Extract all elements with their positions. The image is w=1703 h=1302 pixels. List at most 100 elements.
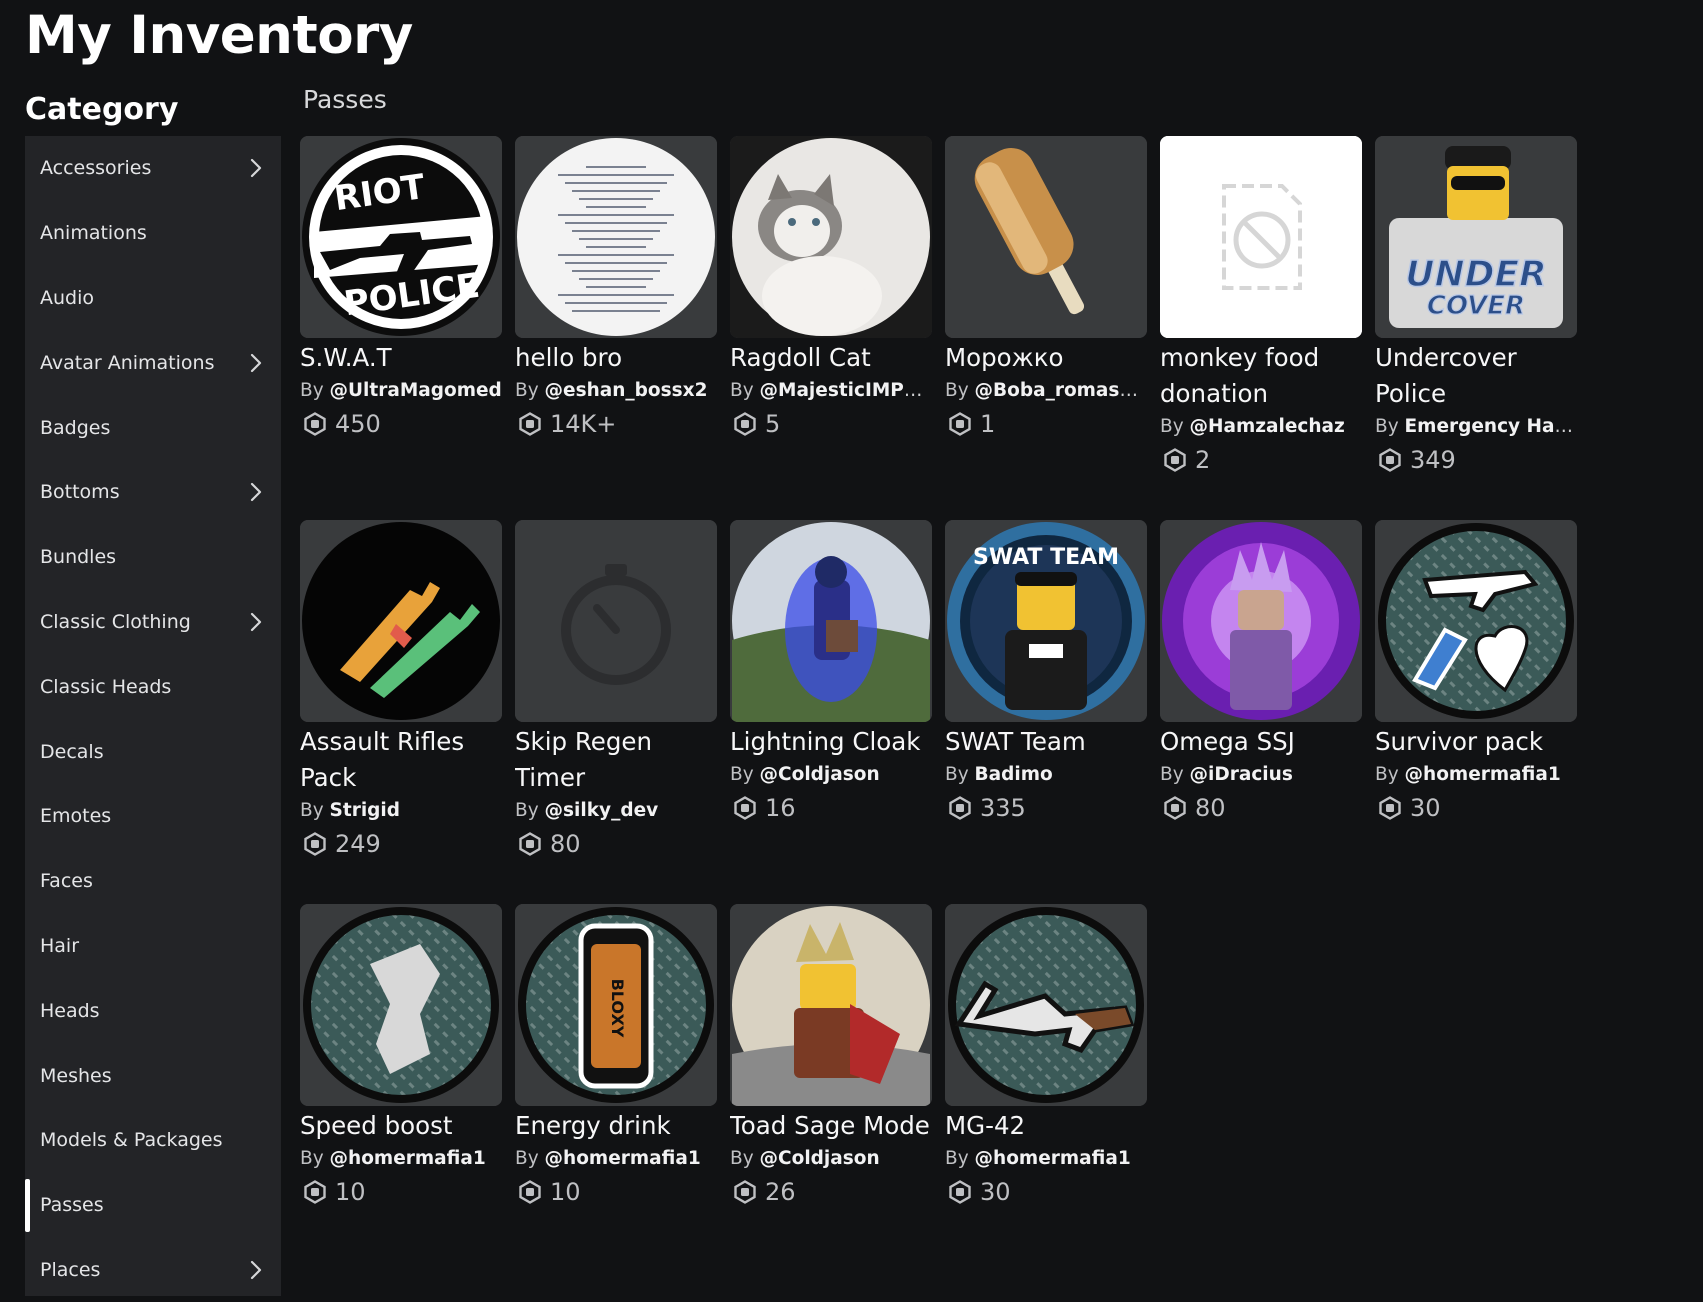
survivor-pack-icon[interactable] bbox=[1375, 520, 1577, 722]
sidebar-item-bottoms[interactable]: Bottoms bbox=[25, 460, 281, 525]
sidebar-item-decals[interactable]: Decals bbox=[25, 719, 281, 784]
item-price: 450 bbox=[300, 408, 502, 440]
creator-link[interactable]: @Coldjason bbox=[760, 1148, 880, 1169]
sidebar-item-passes[interactable]: Passes bbox=[25, 1173, 281, 1238]
item-card[interactable]: monkey food donation By @Hamzalechaz 2 bbox=[1160, 136, 1362, 476]
item-creator: By @iDracius bbox=[1160, 760, 1362, 790]
machine-gun-icon[interactable] bbox=[945, 904, 1147, 1106]
sidebar-item-faces[interactable]: Faces bbox=[25, 849, 281, 914]
sidebar-item-classic-clothing[interactable]: Classic Clothing bbox=[25, 590, 281, 655]
creator-link[interactable]: @UltraMagomed bbox=[330, 380, 502, 401]
item-card[interactable]: Survivor pack By @homermafia1 30 bbox=[1375, 520, 1577, 824]
item-name[interactable]: Energy drink bbox=[515, 1108, 717, 1144]
item-creator: By @homermafia1 bbox=[1375, 760, 1577, 790]
item-card[interactable]: Speed boost By @homermafia1 10 bbox=[300, 904, 502, 1208]
sidebar-item-bundles[interactable]: Bundles bbox=[25, 525, 281, 590]
item-name[interactable]: S.W.A.T bbox=[300, 340, 502, 376]
speed-boost-icon[interactable] bbox=[300, 904, 502, 1106]
item-name[interactable]: Ragdoll Cat bbox=[730, 340, 932, 376]
item-card[interactable]: Assault Rifles Pack By Strigid 249 bbox=[300, 520, 502, 860]
creator-link[interactable]: Strigid bbox=[330, 800, 400, 821]
swat-team-icon[interactable]: SWAT TEAM bbox=[945, 520, 1147, 722]
stopwatch-icon[interactable] bbox=[515, 520, 717, 722]
creator-prefix: By bbox=[945, 380, 969, 401]
item-card[interactable]: Skip Regen Timer By @silky_dev 80 bbox=[515, 520, 717, 860]
sidebar-item-places[interactable]: Places bbox=[25, 1238, 281, 1302]
sidebar-item-heads[interactable]: Heads bbox=[25, 978, 281, 1043]
item-card[interactable]: hello bro By @eshan_bossx2 14K+ bbox=[515, 136, 717, 440]
item-name[interactable]: Toad Sage Mode bbox=[730, 1108, 932, 1144]
item-name[interactable]: Omega SSJ bbox=[1160, 724, 1362, 760]
price-value: 450 bbox=[335, 410, 381, 438]
creator-prefix: By bbox=[300, 380, 324, 401]
item-card[interactable]: Omega SSJ By @iDracius 80 bbox=[1160, 520, 1362, 824]
cat-icon[interactable] bbox=[730, 136, 932, 338]
item-card[interactable]: UNDER COVER Undercover Police By Emergency … bbox=[1375, 136, 1577, 476]
omega-avatar-icon[interactable] bbox=[1160, 520, 1362, 722]
rifles-icon[interactable] bbox=[300, 520, 502, 722]
creator-link[interactable]: @Coldjason bbox=[760, 764, 880, 785]
undercover-icon[interactable]: UNDER COVER bbox=[1375, 136, 1577, 338]
creator-prefix: By bbox=[730, 764, 754, 785]
document-icon[interactable] bbox=[515, 136, 717, 338]
item-card[interactable]: Морожко By @Boba_romashka 1 bbox=[945, 136, 1147, 440]
toad-sage-avatar-icon[interactable] bbox=[730, 904, 932, 1106]
sidebar-item-label: Hair bbox=[40, 934, 80, 957]
sidebar-item-animations[interactable]: Animations bbox=[25, 201, 281, 266]
sidebar-item-badges[interactable]: Badges bbox=[25, 395, 281, 460]
item-price: 14K+ bbox=[515, 408, 717, 440]
creator-link[interactable]: @homermafia1 bbox=[330, 1148, 486, 1169]
creator-link[interactable]: @Boba_romashka bbox=[975, 380, 1147, 401]
sidebar-item-label: Classic Clothing bbox=[40, 610, 191, 633]
item-name[interactable]: SWAT Team bbox=[945, 724, 1147, 760]
item-name[interactable]: monkey food donation bbox=[1160, 340, 1362, 412]
item-card[interactable]: BLOXY Energy drink By @homermafia1 10 bbox=[515, 904, 717, 1208]
creator-link[interactable]: @Hamzalechaz bbox=[1190, 416, 1345, 437]
unavailable-image-icon[interactable] bbox=[1160, 136, 1362, 338]
riot-police-icon[interactable]: RIOT POLICE bbox=[300, 136, 502, 338]
creator-link[interactable]: Emergency Ham... bbox=[1405, 416, 1577, 437]
item-card[interactable]: SWAT TEAM SWAT Team By Badimo 335 bbox=[945, 520, 1147, 824]
item-name[interactable]: Survivor pack bbox=[1375, 724, 1577, 760]
creator-link[interactable]: @iDracius bbox=[1190, 764, 1293, 785]
price-value: 249 bbox=[335, 830, 381, 858]
creator-link[interactable]: Badimo bbox=[975, 764, 1053, 785]
item-name[interactable]: Skip Regen Timer bbox=[515, 724, 717, 796]
sidebar-item-accessories[interactable]: Accessories bbox=[25, 136, 281, 201]
item-card[interactable]: Toad Sage Mode By @Coldjason 26 bbox=[730, 904, 932, 1208]
creator-link[interactable]: @homermafia1 bbox=[1405, 764, 1561, 785]
item-card[interactable]: Ragdoll CatBy @MajesticIMPRO...5 bbox=[730, 136, 932, 440]
sidebar-item-label: Places bbox=[40, 1258, 101, 1281]
item-name[interactable]: Морожко bbox=[945, 340, 1147, 376]
item-card[interactable]: Lightning Cloak By @Coldjason 16 bbox=[730, 520, 932, 824]
item-card[interactable]: RIOT POLICE S.W.A.T By @UltraMagomed 450 bbox=[300, 136, 502, 440]
popsicle-icon[interactable] bbox=[945, 136, 1147, 338]
sidebar-item-hair[interactable]: Hair bbox=[25, 914, 281, 979]
sidebar-item-avatar-animations[interactable]: Avatar Animations bbox=[25, 330, 281, 395]
category-sidebar: Accessories Animations Audio Avatar Animati… bbox=[25, 136, 281, 1296]
price-value: 14K+ bbox=[550, 410, 617, 438]
item-name[interactable]: Lightning Cloak bbox=[730, 724, 932, 760]
lightning-avatar-icon[interactable] bbox=[730, 520, 932, 722]
item-name[interactable]: Assault Rifles Pack bbox=[300, 724, 502, 796]
sidebar-item-classic-heads[interactable]: Classic Heads bbox=[25, 654, 281, 719]
item-name[interactable]: hello bro bbox=[515, 340, 717, 376]
sidebar-item-meshes[interactable]: Meshes bbox=[25, 1043, 281, 1108]
item-creator: By @homermafia1 bbox=[300, 1144, 502, 1174]
creator-link[interactable]: @MajesticIMPRO... bbox=[760, 380, 932, 401]
creator-link[interactable]: @homermafia1 bbox=[975, 1148, 1131, 1169]
sidebar-item-models-packages[interactable]: Models & Packages bbox=[25, 1108, 281, 1173]
item-name[interactable]: Speed boost bbox=[300, 1108, 502, 1144]
sidebar-item-audio[interactable]: Audio bbox=[25, 266, 281, 331]
creator-link[interactable]: @silky_dev bbox=[545, 800, 659, 821]
sidebar-item-emotes[interactable]: Emotes bbox=[25, 784, 281, 849]
robux-icon bbox=[300, 412, 335, 436]
energy-drink-icon[interactable]: BLOXY bbox=[515, 904, 717, 1106]
item-creator: By @Boba_romashka bbox=[945, 376, 1147, 406]
item-name[interactable]: Undercover Police bbox=[1375, 340, 1577, 412]
creator-link[interactable]: @homermafia1 bbox=[545, 1148, 701, 1169]
item-card[interactable]: MG-42 By @homermafia1 30 bbox=[945, 904, 1147, 1208]
item-creator: By Emergency Ham... bbox=[1375, 412, 1577, 442]
creator-link[interactable]: @eshan_bossx2 bbox=[545, 380, 708, 401]
item-name[interactable]: MG-42 bbox=[945, 1108, 1147, 1144]
